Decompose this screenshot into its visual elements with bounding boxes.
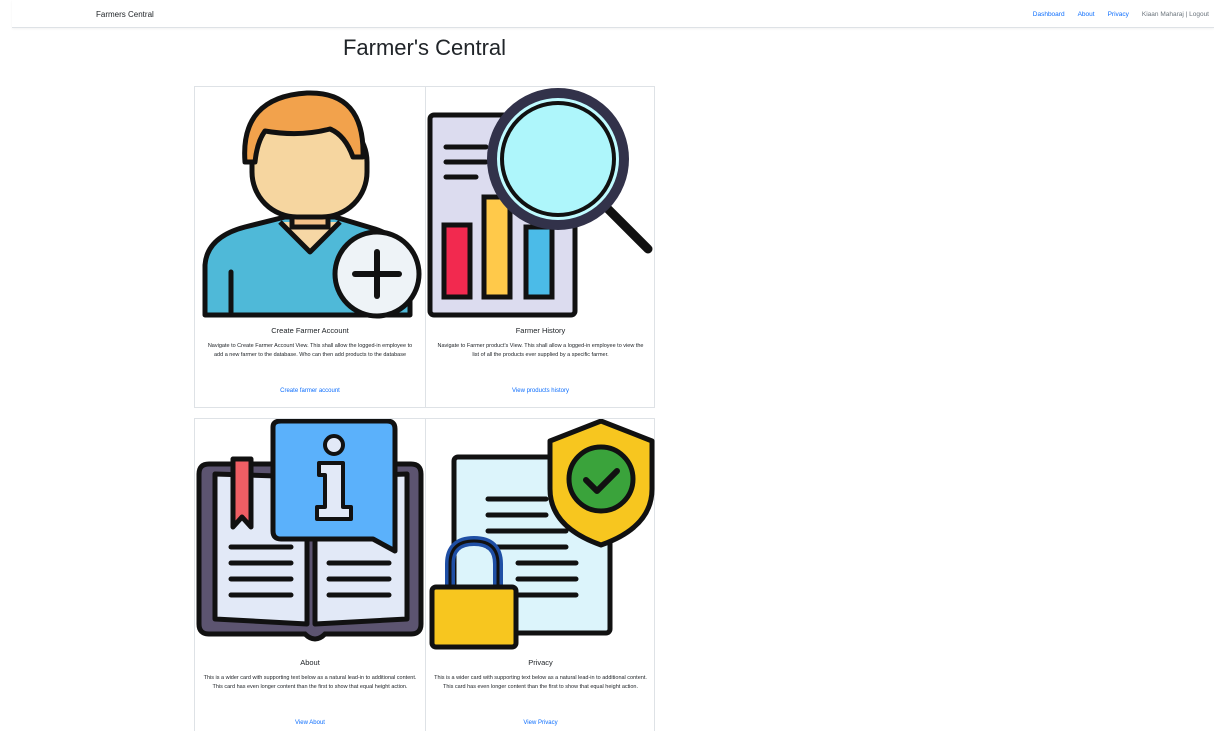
- card-privacy: Privacy This is a wider card with suppor…: [424, 419, 656, 731]
- create-farmer-account-link[interactable]: Create farmer account: [195, 388, 425, 394]
- nav-about-link[interactable]: About: [1078, 11, 1095, 18]
- card-create-farmer: Create Farmer Account Navigate to Create…: [195, 87, 425, 407]
- card-row: About This is a wider card with supporti…: [194, 418, 655, 731]
- report-magnifier-icon: [426, 87, 656, 319]
- card-text: Navigate to Create Farmer Account View. …: [207, 343, 413, 358]
- add-user-icon: [195, 87, 425, 319]
- brand-link[interactable]: Farmers Central: [96, 10, 154, 19]
- card-text: This is a wider card with supporting tex…: [203, 675, 417, 690]
- card-farmer-history: Farmer History Navigate to Farmer produc…: [424, 87, 656, 407]
- view-about-link[interactable]: View About: [195, 720, 425, 726]
- nav-links: Dashboard About Privacy Kiaan Maharaj | …: [1033, 11, 1209, 18]
- card-about: About This is a wider card with supporti…: [195, 419, 425, 731]
- nav-dashboard-link[interactable]: Dashboard: [1033, 11, 1065, 18]
- card-title: About: [300, 658, 320, 667]
- card-grid: Create Farmer Account Navigate to Create…: [194, 86, 655, 731]
- navbar: Farmers Central Dashboard About Privacy …: [12, 0, 1214, 28]
- privacy-shield-lock-icon: [426, 419, 656, 651]
- user-logout-text[interactable]: Kiaan Maharaj | Logout: [1142, 11, 1209, 18]
- card-title: Privacy: [528, 658, 553, 667]
- card-text: Navigate to Farmer product's View. This …: [437, 343, 644, 358]
- nav-privacy-link[interactable]: Privacy: [1108, 11, 1129, 18]
- card-title: Create Farmer Account: [271, 326, 349, 335]
- card-title: Farmer History: [515, 326, 566, 335]
- card-row: Create Farmer Account Navigate to Create…: [194, 86, 655, 408]
- view-products-history-link[interactable]: View products history: [426, 388, 656, 394]
- view-privacy-link[interactable]: View Privacy: [426, 720, 656, 726]
- card-text: This is a wider card with supporting tex…: [434, 675, 647, 690]
- info-book-icon: [195, 419, 425, 651]
- page-title: Farmer's Central: [342, 35, 507, 60]
